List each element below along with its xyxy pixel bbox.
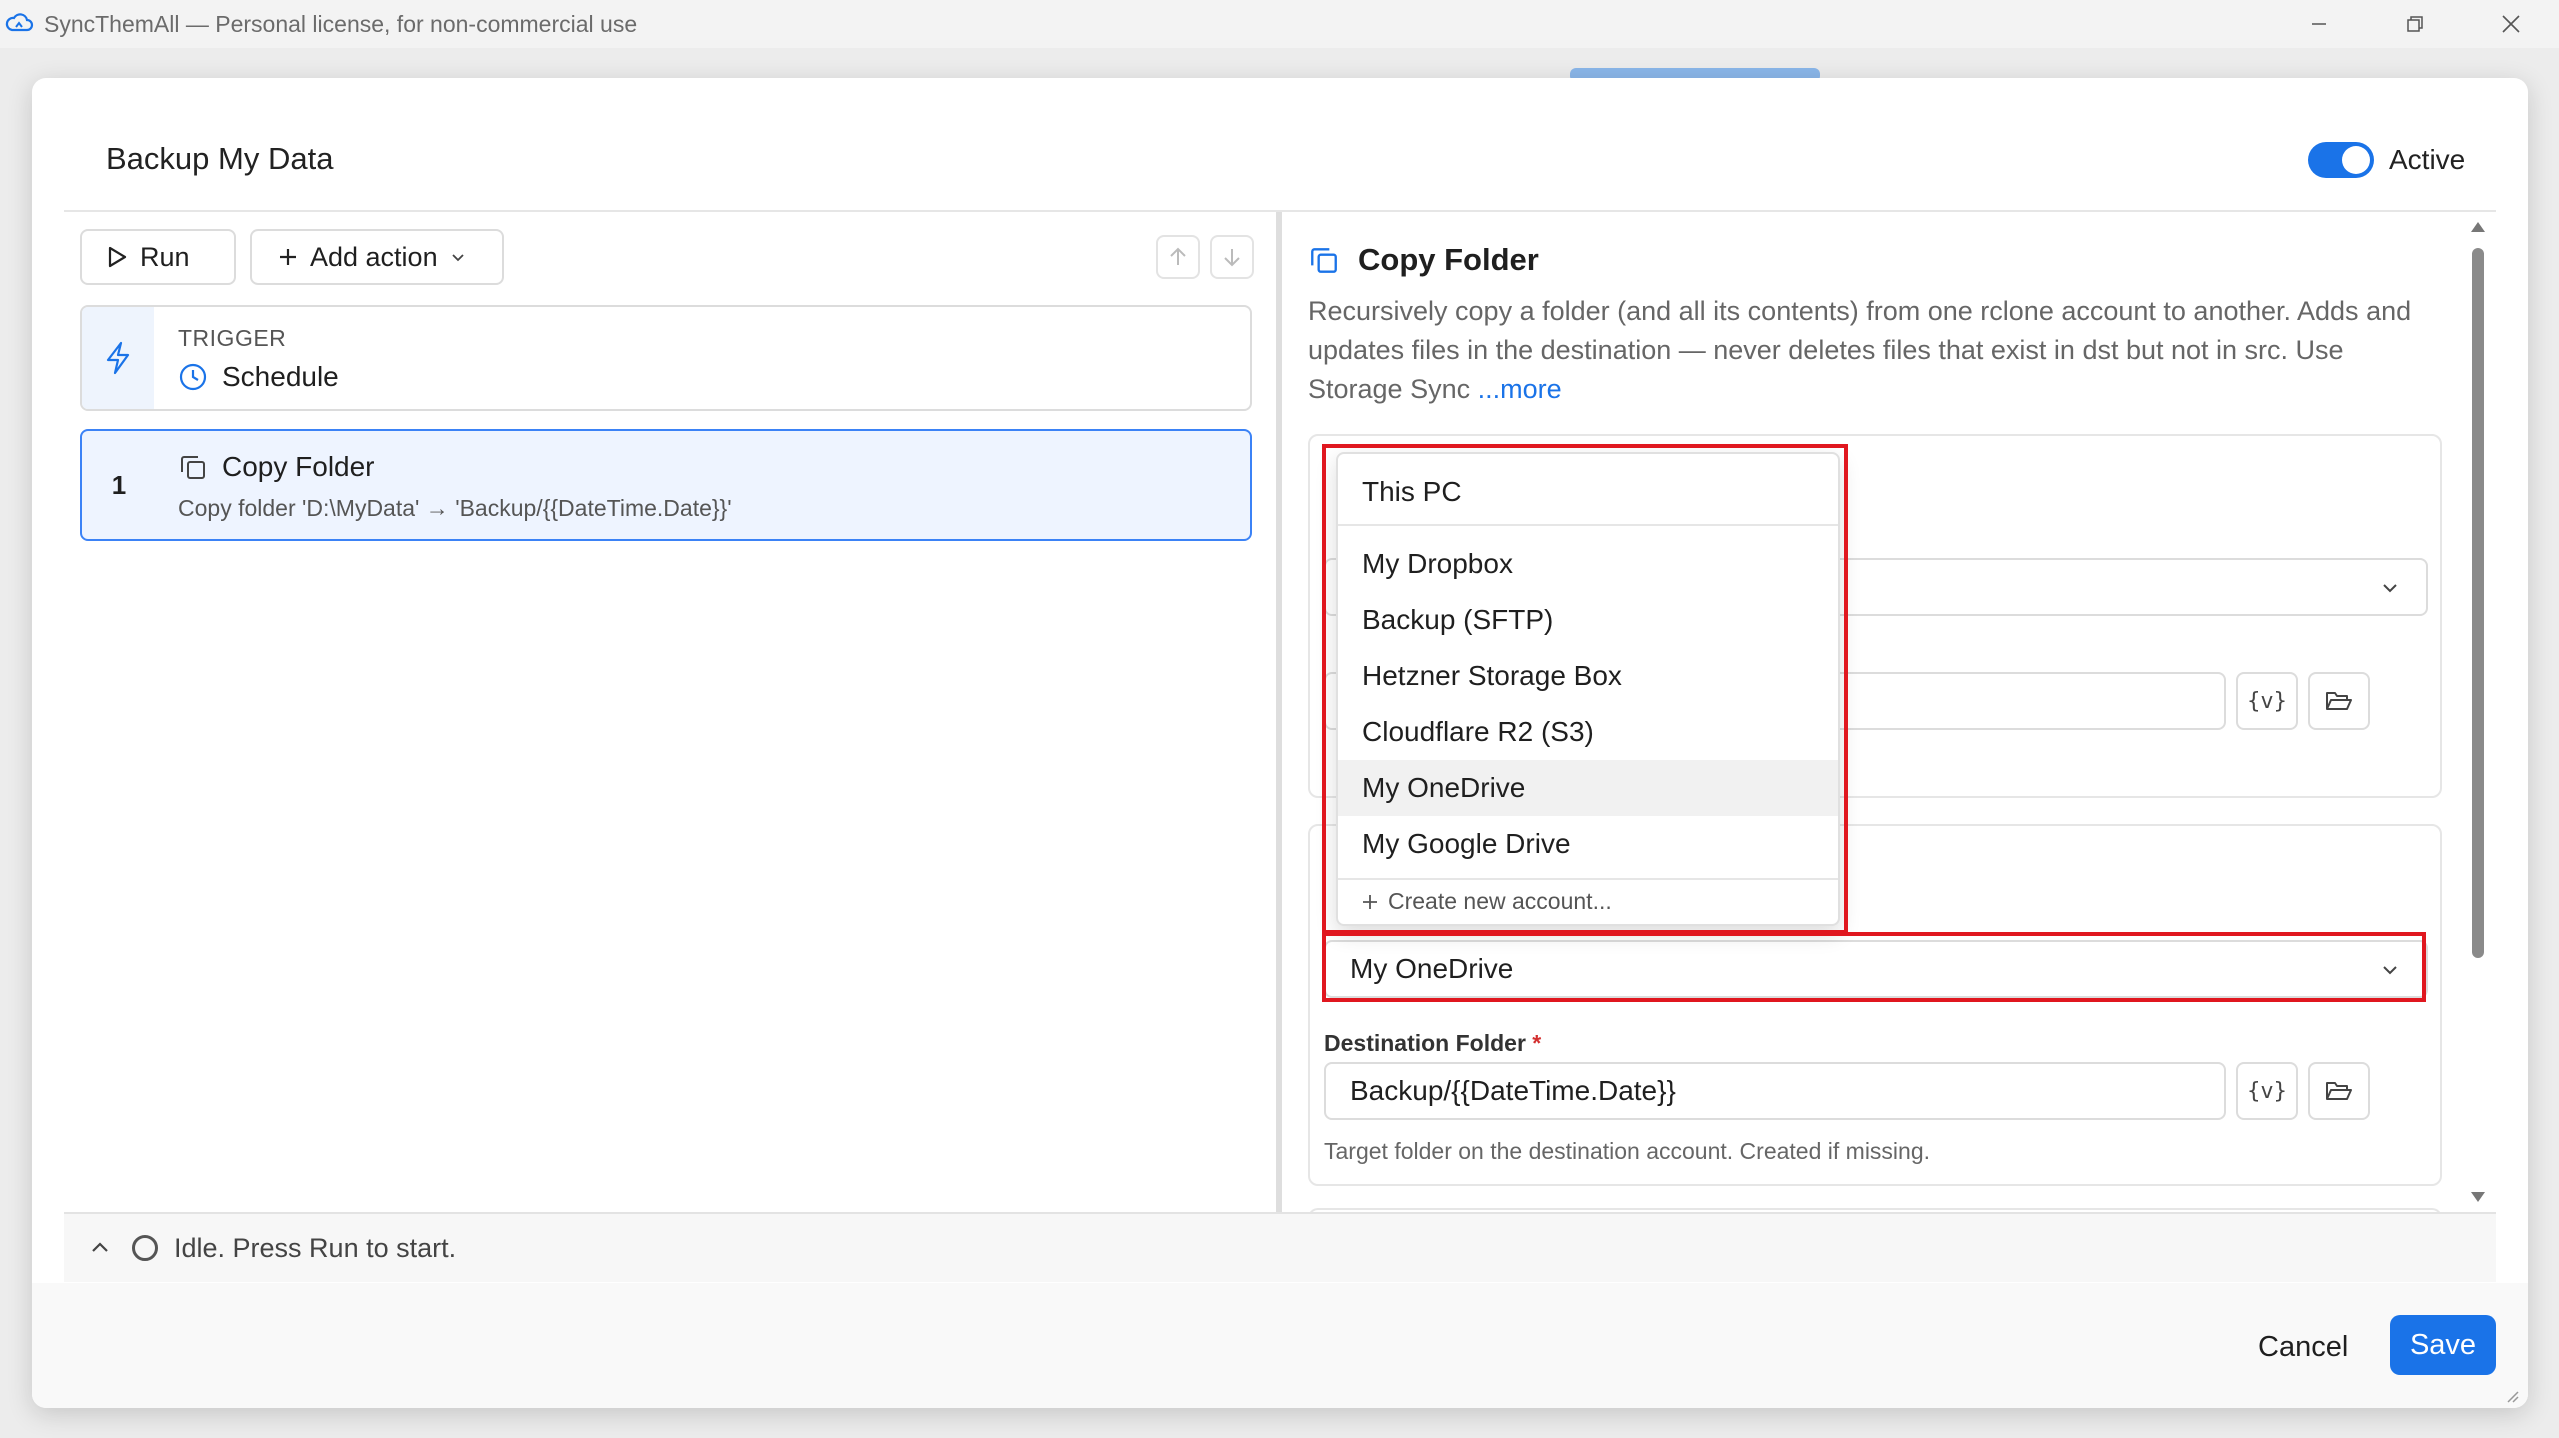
active-toggle[interactable] [2308, 142, 2374, 178]
add-action-button[interactable]: Add action [250, 229, 504, 285]
play-icon [108, 246, 127, 268]
steps-pane: Run Add action TRIGGER Schedule 1 Copy F… [64, 212, 1310, 1212]
window-title: SyncThemAll — Personal license, for non-… [44, 10, 638, 37]
minimize-button[interactable] [2271, 0, 2367, 48]
trigger-card[interactable]: TRIGGER Schedule [80, 305, 1252, 411]
add-action-label: Add action [310, 241, 438, 272]
dialog-header: Backup My Data Active [32, 78, 2528, 210]
close-icon [2502, 15, 2520, 33]
arrow-down-icon [1224, 249, 1240, 267]
required-mark: * [1532, 1030, 1542, 1056]
step-title: Copy Folder [178, 451, 375, 483]
highlight-box-account-select [1322, 932, 2426, 1002]
active-toggle-label: Active [2389, 144, 2466, 175]
move-up-button[interactable] [1156, 235, 1200, 279]
dialog-footer: Cancel Save [32, 1283, 2528, 1408]
detail-description-text: Recursively copy a folder (and all its c… [1308, 296, 2412, 404]
trigger-side [82, 307, 154, 409]
source-variable-button[interactable]: {v} [2236, 672, 2298, 730]
plus-icon [280, 249, 296, 265]
status-bar: Idle. Press Run to start. [64, 1212, 2496, 1282]
folder-open-icon [2326, 1082, 2352, 1100]
more-link[interactable]: ...more [1478, 374, 1562, 404]
folder-open-icon [2326, 692, 2352, 710]
trigger-value: Schedule [178, 361, 339, 393]
restore-icon [2407, 16, 2423, 32]
minimize-icon [2312, 23, 2326, 25]
chevron-up-icon[interactable] [88, 1236, 112, 1260]
chevron-down-icon [451, 254, 464, 262]
highlight-box-dropdown [1322, 444, 1848, 934]
scrollbar-thumb[interactable] [2472, 248, 2484, 958]
detail-title-label: Copy Folder [1358, 242, 1539, 277]
destination-folder-label: Destination Folder * [1324, 1030, 1541, 1057]
window-titlebar: SyncThemAll — Personal license, for non-… [0, 0, 2559, 48]
resize-grip-icon[interactable] [2500, 1384, 2520, 1404]
toggle-knob [2342, 146, 2370, 174]
destination-browse-button[interactable] [2308, 1062, 2370, 1120]
copy-icon [181, 456, 205, 479]
cloud-sync-icon [5, 13, 34, 32]
run-button[interactable]: Run [80, 229, 236, 285]
move-down-button[interactable] [1210, 235, 1254, 279]
source-browse-button[interactable] [2308, 672, 2370, 730]
save-button[interactable]: Save [2390, 1315, 2496, 1375]
copy-icon [1311, 248, 1337, 273]
trigger-kind-label: TRIGGER [178, 325, 287, 351]
step-subtitle: Copy folder 'D:\MyData' → 'Backup/{{Date… [178, 495, 732, 521]
arrow-up-icon [1170, 247, 1186, 265]
destination-folder-hint: Target folder on the destination account… [1324, 1138, 1931, 1164]
destination-folder-label-text: Destination Folder [1324, 1030, 1526, 1056]
scroll-down-icon[interactable] [2470, 1190, 2486, 1204]
cancel-button[interactable]: Cancel [2258, 1331, 2348, 1364]
scroll-up-icon[interactable] [2470, 220, 2486, 234]
step-title-label: Copy Folder [222, 451, 375, 482]
restore-button[interactable] [2367, 0, 2463, 48]
run-label: Run [140, 241, 190, 272]
chevron-down-icon [2383, 584, 2397, 593]
step-card-copy-folder[interactable]: 1 Copy Folder Copy folder 'D:\MyData' → … [80, 429, 1252, 541]
lightning-icon [106, 341, 130, 375]
destination-folder-input[interactable]: Backup/{{DateTime.Date}} [1324, 1062, 2226, 1120]
idle-status-icon [132, 1235, 158, 1261]
close-window-button[interactable] [2463, 0, 2559, 48]
destination-variable-button[interactable]: {v} [2236, 1062, 2298, 1120]
detail-scrollbar[interactable] [2468, 220, 2488, 1210]
clock-icon [179, 363, 207, 391]
dialog-title: Backup My Data [106, 141, 334, 176]
detail-title: Copy Folder [1308, 242, 1539, 278]
destination-folder-value: Backup/{{DateTime.Date}} [1350, 1075, 1676, 1106]
trigger-value-label: Schedule [222, 361, 339, 392]
step-index: 1 [111, 469, 127, 500]
detail-description: Recursively copy a folder (and all its c… [1308, 292, 2438, 409]
status-text: Idle. Press Run to start. [174, 1232, 457, 1263]
